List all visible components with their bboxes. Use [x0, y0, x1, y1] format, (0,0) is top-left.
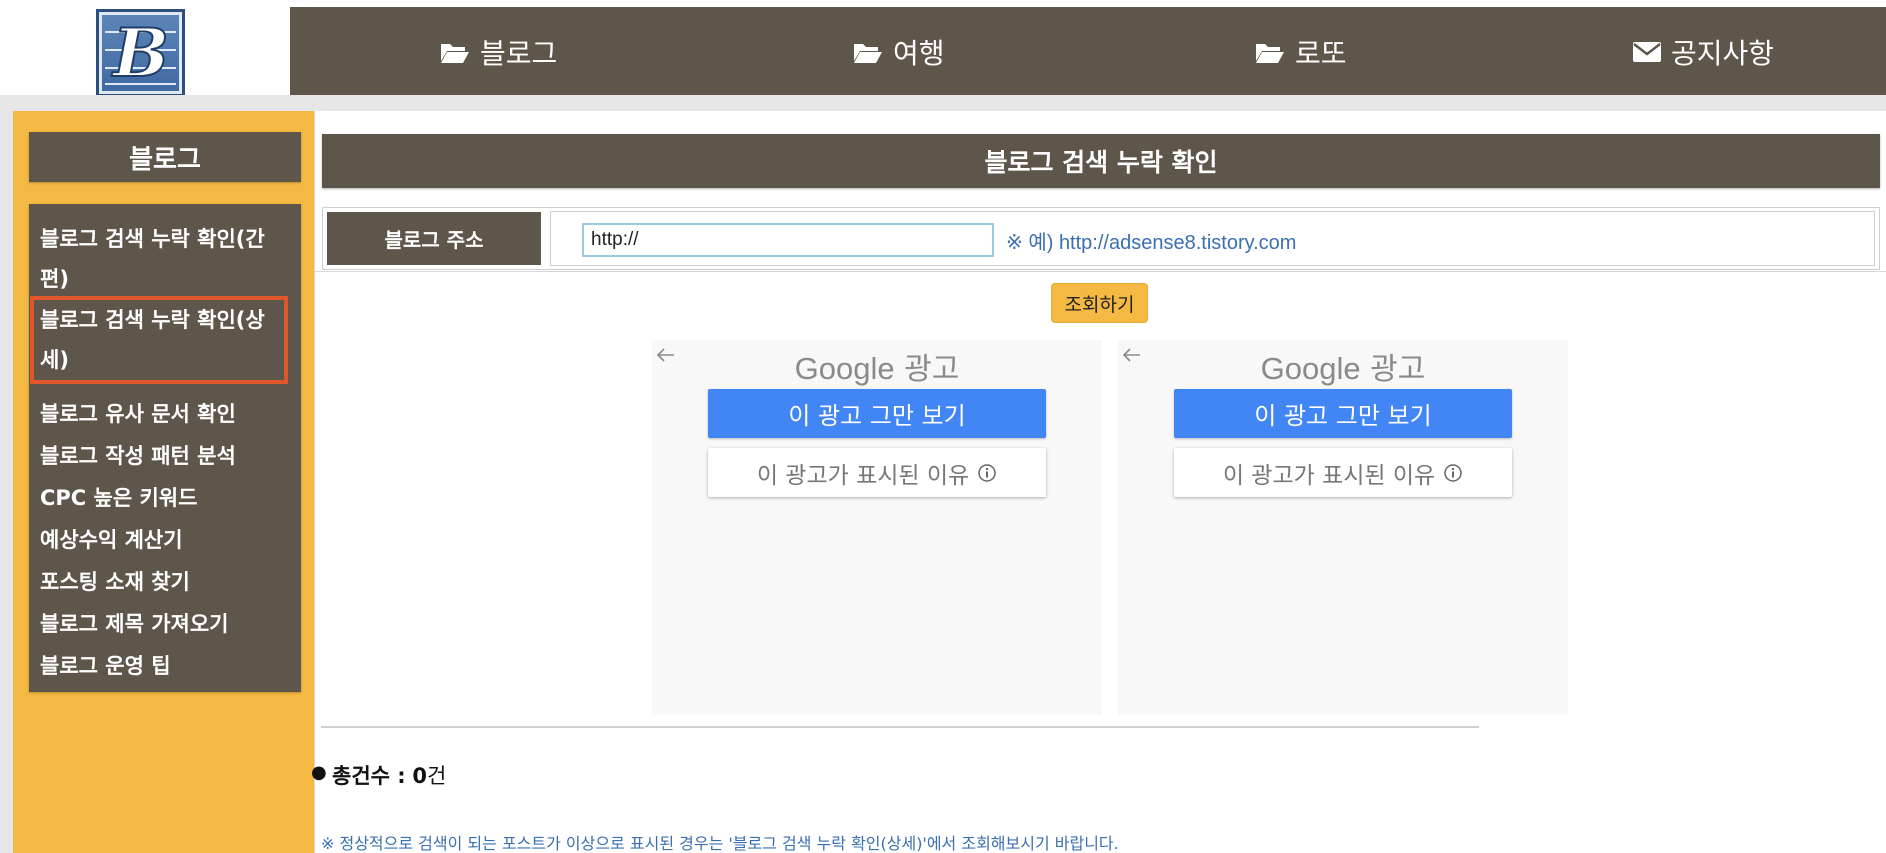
header-gap — [0, 95, 1886, 111]
nav-label: 여행 — [893, 37, 945, 70]
ad-brand-google: Google — [1260, 351, 1361, 386]
stop-ad-button[interactable]: 이 광고 그만 보기 — [708, 389, 1046, 438]
top-strip — [0, 0, 1886, 7]
url-field-box: ※ 예) http://adsense8.tistory.com — [550, 211, 1875, 266]
google-ad-panel: Google 광고 이 광고 그만 보기 이 광고가 표시된 이유 — [652, 340, 1102, 715]
envelope-icon — [1633, 41, 1661, 63]
ad-brand: Google 광고 — [652, 344, 1102, 388]
sidebar-item-missing-check-simple[interactable]: 블로그 검색 누락 확인(간편) — [40, 219, 290, 299]
nav-item-lotto[interactable]: 로또 — [1255, 35, 1347, 70]
blog-url-input[interactable] — [582, 223, 994, 257]
ad-brand-suffix: 광고 — [904, 352, 960, 387]
info-icon — [1443, 463, 1463, 483]
nav-item-travel[interactable]: 여행 — [853, 35, 945, 70]
logo-letter: B — [111, 14, 169, 92]
sidebar-item-revenue-calculator[interactable]: 예상수익 계산기 — [40, 520, 295, 560]
why-this-ad-button[interactable]: 이 광고가 표시된 이유 — [708, 448, 1046, 497]
results-divider — [321, 726, 1479, 728]
why-this-ad-label: 이 광고가 표시된 이유 — [756, 462, 970, 489]
site-logo[interactable]: B — [96, 9, 185, 97]
logo-area: B — [0, 7, 290, 97]
sidebar-item-fetch-titles[interactable]: 블로그 제목 가져오기 — [40, 604, 295, 644]
total-count-value: 0 — [412, 764, 427, 788]
url-label: 블로그 주소 — [327, 212, 541, 265]
url-example-link: http://adsense8.tistory.com — [1058, 232, 1297, 254]
nav-item-blog[interactable]: 블로그 — [440, 35, 558, 70]
folder-open-icon — [440, 40, 470, 64]
form-divider — [315, 271, 1886, 272]
info-icon — [977, 463, 997, 483]
sidebar-item-pattern-analysis[interactable]: 블로그 작성 패턴 분석 — [40, 436, 295, 476]
sidebar-item-similar-docs[interactable]: 블로그 유사 문서 확인 — [40, 394, 295, 434]
top-nav: 블로그 여행 로또 공지사항 — [290, 7, 1886, 95]
nav-item-notice[interactable]: 공지사항 — [1633, 35, 1775, 70]
nav-label: 공지사항 — [1671, 37, 1775, 70]
search-button[interactable]: 조회하기 — [1051, 283, 1148, 323]
total-count-label: 총건수 : — [332, 764, 406, 788]
folder-open-icon — [1255, 40, 1285, 64]
sidebar-item-posting-topics[interactable]: 포스팅 소재 찾기 — [40, 562, 295, 602]
url-example-prefix: ※ 예) — [1006, 232, 1054, 254]
folder-open-icon — [853, 40, 883, 64]
total-count-unit: 건 — [426, 764, 447, 788]
sidebar: 블로그 블로그 검색 누락 확인(간편) 블로그 검색 누락 확인(상세) 블로… — [13, 111, 314, 853]
why-this-ad-label: 이 광고가 표시된 이유 — [1222, 462, 1436, 489]
url-example: ※ 예) http://adsense8.tistory.com — [1006, 226, 1296, 255]
sidebar-item-cpc-keywords[interactable]: CPC 높은 키워드 — [40, 478, 295, 518]
page: B 블로그 여행 로또 공지사항 블로그 블로그 검색 누락 확인(간편) 블로… — [0, 0, 1886, 853]
notice-text: ※ 정상적으로 검색이 되는 포스트가 이상으로 표시된 경우는 '블로그 검색… — [321, 834, 1119, 853]
bullet-icon: ● — [311, 762, 327, 783]
url-form-row: 블로그 주소 ※ 예) http://adsense8.tistory.com — [322, 207, 1880, 270]
main-content: 블로그 검색 누락 확인 블로그 주소 ※ 예) http://adsense8… — [311, 111, 1886, 853]
sidebar-item-missing-check-detail[interactable]: 블로그 검색 누락 확인(상세) — [30, 296, 288, 384]
google-ad-panel: Google 광고 이 광고 그만 보기 이 광고가 표시된 이유 — [1118, 340, 1568, 715]
logo-mark: B — [105, 13, 176, 93]
page-title: 블로그 검색 누락 확인 — [322, 134, 1880, 188]
ad-brand-suffix: 광고 — [1370, 352, 1426, 387]
ad-brand-google: Google — [794, 351, 895, 386]
stop-ad-button[interactable]: 이 광고 그만 보기 — [1174, 389, 1512, 438]
sidebar-item-blog-tips[interactable]: 블로그 운영 팁 — [40, 646, 295, 686]
total-count-text: 총건수 : 0건 — [332, 760, 446, 790]
nav-label: 로또 — [1295, 37, 1347, 70]
why-this-ad-button[interactable]: 이 광고가 표시된 이유 — [1174, 448, 1512, 497]
nav-label: 블로그 — [480, 37, 558, 70]
sidebar-menu: 블로그 검색 누락 확인(간편) 블로그 검색 누락 확인(상세) 블로그 유사… — [29, 204, 301, 692]
ad-brand: Google 광고 — [1118, 344, 1568, 388]
sidebar-title: 블로그 — [29, 132, 301, 182]
